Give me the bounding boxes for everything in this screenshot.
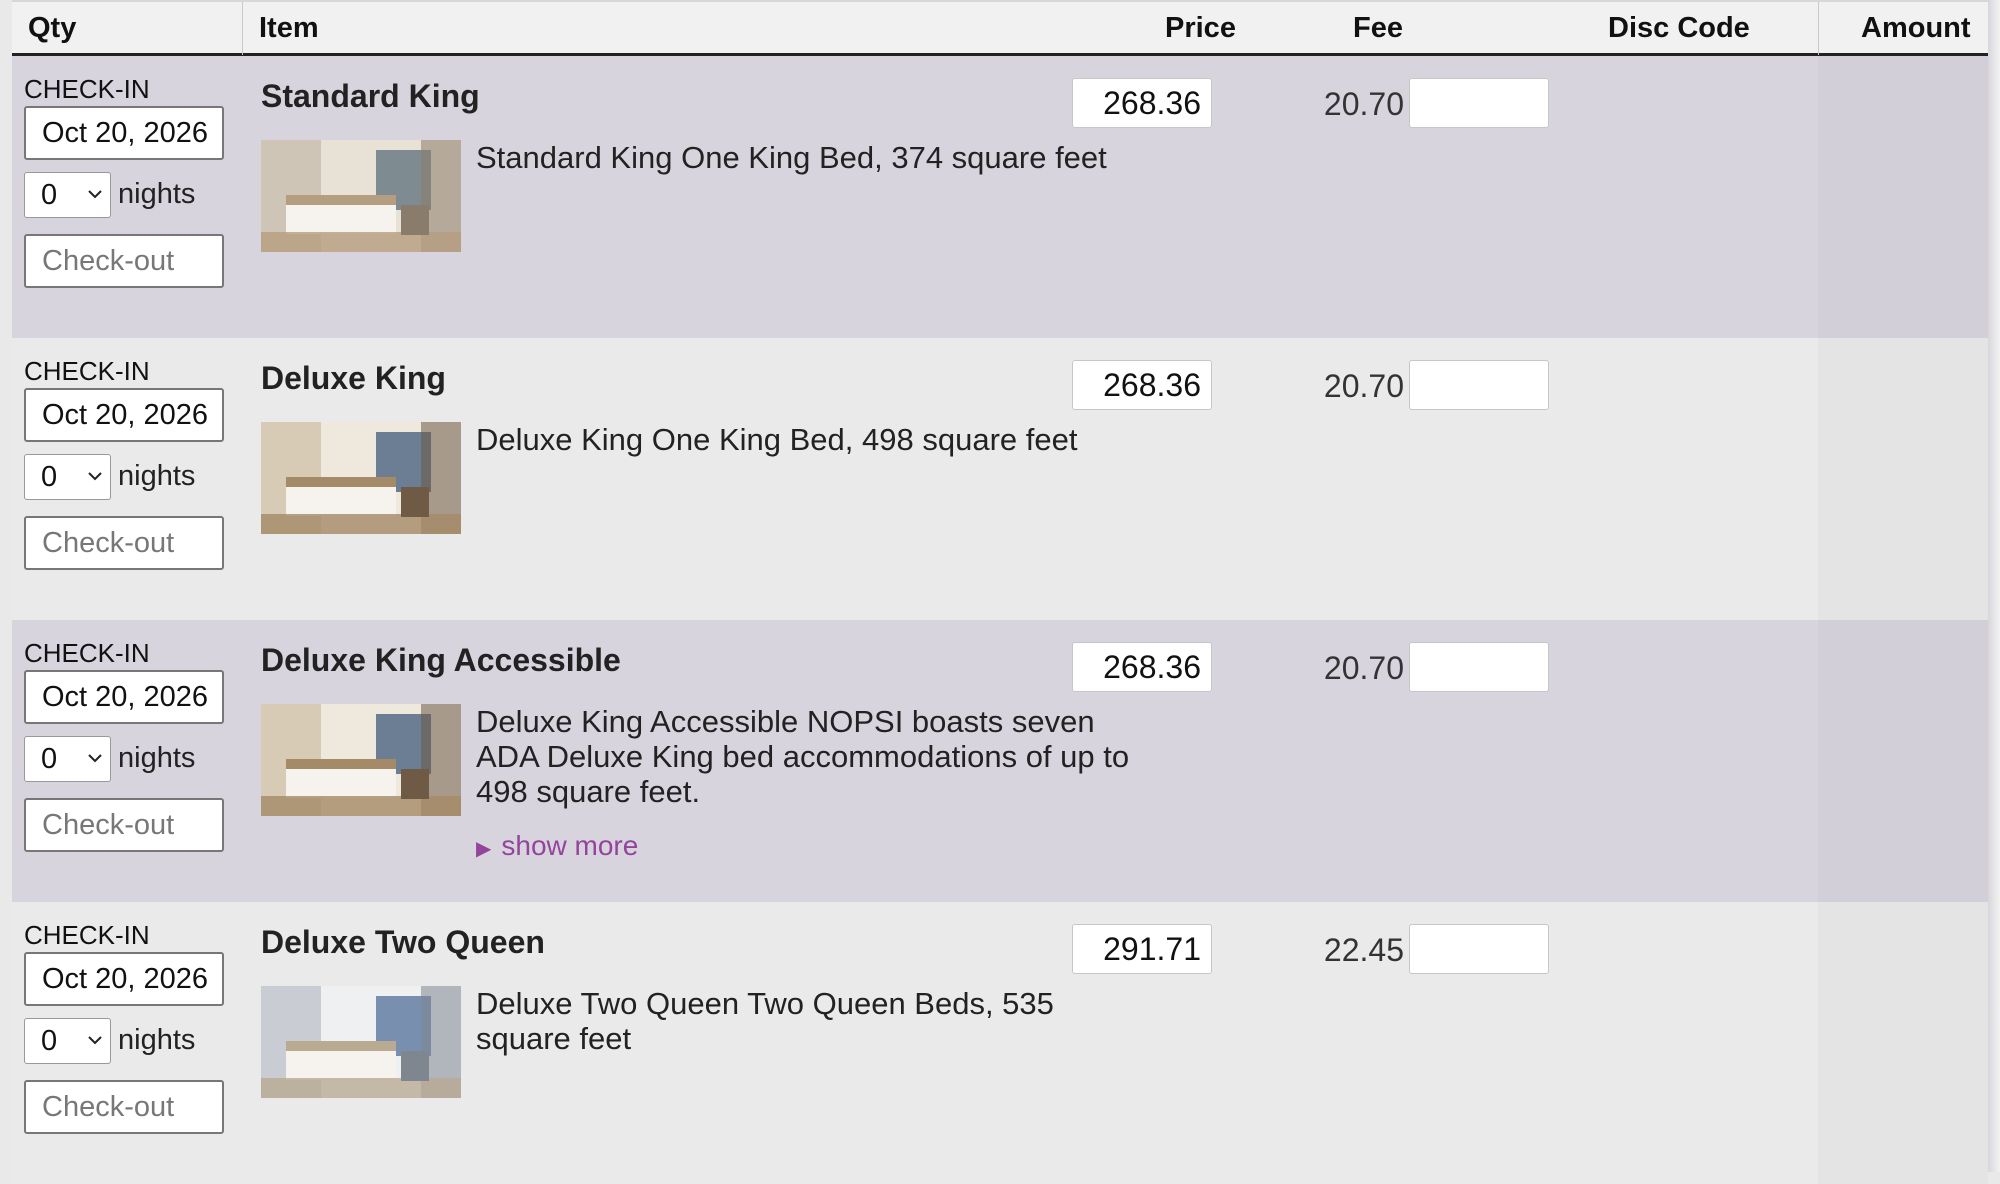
room-row: CHECK-IN Oct 20, 2026 0 nights Check-out… xyxy=(12,620,1988,902)
room-title: Deluxe King Accessible xyxy=(261,642,621,678)
amount-cell xyxy=(1818,56,1988,338)
table-header: Qty Item Price Fee Disc Code Amount xyxy=(12,0,1988,56)
room-photo[interactable] xyxy=(261,422,461,534)
checkin-label: CHECK-IN xyxy=(24,638,150,668)
price-input[interactable]: 291.71 xyxy=(1072,924,1212,974)
room-description: Deluxe Two Queen Two Queen Beds, 535 squ… xyxy=(476,986,1054,1056)
nights-value: 0 xyxy=(41,179,58,211)
room-description: Deluxe King One King Bed, 498 square fee… xyxy=(476,422,1078,457)
col-fee-header: Fee xyxy=(1353,12,1403,44)
nights-label: nights xyxy=(118,1024,196,1056)
nights-label: nights xyxy=(118,742,196,774)
nights-value: 0 xyxy=(41,1025,58,1057)
booking-table: Qty Item Price Fee Disc Code Amount CHEC… xyxy=(12,0,1988,1184)
chevron-down-icon xyxy=(88,1036,102,1045)
checkin-label: CHECK-IN xyxy=(24,920,150,950)
col-amount-header: Amount xyxy=(1861,12,1971,44)
checkout-date-input[interactable]: Check-out xyxy=(24,234,224,288)
room-row: CHECK-IN Oct 20, 2026 0 nights Check-out… xyxy=(12,902,1988,1184)
nights-select[interactable]: 0 xyxy=(24,1018,111,1064)
checkin-date-input[interactable]: Oct 20, 2026 xyxy=(24,952,224,1006)
chevron-down-icon xyxy=(88,190,102,199)
checkin-date-input[interactable]: Oct 20, 2026 xyxy=(24,388,224,442)
amount-cell xyxy=(1818,902,1988,1184)
fee-value: 20.70 xyxy=(1323,86,1404,122)
triangle-right-icon: ▶ xyxy=(476,838,492,860)
chevron-down-icon xyxy=(88,754,102,763)
disc-code-input[interactable] xyxy=(1409,642,1549,692)
header-divider xyxy=(1818,2,1819,55)
nights-value: 0 xyxy=(41,743,58,775)
checkout-date-input[interactable]: Check-out xyxy=(24,1080,224,1134)
room-photo[interactable] xyxy=(261,986,461,1098)
checkin-date-input[interactable]: Oct 20, 2026 xyxy=(24,106,224,160)
room-photo[interactable] xyxy=(261,704,461,816)
room-row: CHECK-IN Oct 20, 2026 0 nights Check-out… xyxy=(12,338,1988,620)
checkout-date-input[interactable]: Check-out xyxy=(24,516,224,570)
col-item-header: Item xyxy=(259,12,319,44)
price-input[interactable]: 268.36 xyxy=(1072,360,1212,410)
nights-select[interactable]: 0 xyxy=(24,172,111,218)
col-qty-header: Qty xyxy=(28,12,77,44)
room-title: Deluxe King xyxy=(261,360,446,396)
nights-select[interactable]: 0 xyxy=(24,736,111,782)
disc-code-input[interactable] xyxy=(1409,924,1549,974)
nights-label: nights xyxy=(118,178,196,210)
fee-value: 20.70 xyxy=(1323,368,1404,404)
room-photo[interactable] xyxy=(261,140,461,252)
nights-select[interactable]: 0 xyxy=(24,454,111,500)
room-description: Deluxe King Accessible NOPSI boasts seve… xyxy=(476,704,1130,809)
checkout-date-input[interactable]: Check-out xyxy=(24,798,224,852)
show-more-link[interactable]: ▶ show more xyxy=(476,830,638,862)
amount-cell xyxy=(1818,620,1988,902)
disc-code-input[interactable] xyxy=(1409,78,1549,128)
col-price-header: Price xyxy=(1165,12,1236,44)
price-input[interactable]: 268.36 xyxy=(1072,642,1212,692)
nights-value: 0 xyxy=(41,461,58,493)
amount-cell xyxy=(1818,338,1988,620)
room-title: Deluxe Two Queen xyxy=(261,924,545,960)
room-title: Standard King xyxy=(261,78,480,114)
fee-value: 22.45 xyxy=(1323,932,1404,968)
checkin-label: CHECK-IN xyxy=(24,356,150,386)
col-disc-code-header: Disc Code xyxy=(1608,12,1750,44)
price-input[interactable]: 268.36 xyxy=(1072,78,1212,128)
room-description: Standard King One King Bed, 374 square f… xyxy=(476,140,1107,175)
show-more-label: show more xyxy=(501,830,639,861)
checkin-date-input[interactable]: Oct 20, 2026 xyxy=(24,670,224,724)
disc-code-input[interactable] xyxy=(1409,360,1549,410)
header-divider xyxy=(242,2,243,55)
room-row: CHECK-IN Oct 20, 2026 0 nights Check-out… xyxy=(12,56,1988,338)
checkin-label: CHECK-IN xyxy=(24,74,150,104)
chevron-down-icon xyxy=(88,472,102,481)
page-edge xyxy=(1988,0,2000,1172)
fee-value: 20.70 xyxy=(1323,650,1404,686)
nights-label: nights xyxy=(118,460,196,492)
